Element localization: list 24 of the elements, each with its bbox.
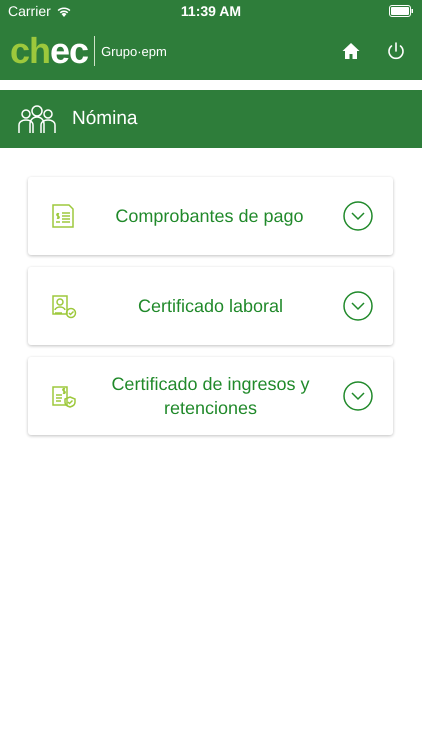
expand-button[interactable]	[343, 381, 373, 411]
menu-card[interactable]: Comprobantes de pago	[28, 177, 393, 255]
chevron-down-icon	[343, 381, 373, 411]
battery-icon	[389, 5, 414, 17]
menu-card[interactable]: Certificado laboral	[28, 267, 393, 345]
people-icon	[16, 104, 58, 134]
logo-wordmark: chec	[10, 33, 88, 69]
certificate-person-icon	[50, 293, 78, 319]
chevron-down-icon	[343, 291, 373, 321]
expand-button[interactable]	[343, 201, 373, 231]
status-time: 11:39 AM	[180, 3, 242, 19]
group-wordmark: Grupo·epm	[101, 44, 167, 58]
section-title: Nómina	[72, 108, 138, 130]
menu-label: Comprobantes de pago	[114, 205, 305, 228]
menu-label: Certificado de ingresos y retenciones	[110, 373, 311, 420]
menu-card[interactable]: Certificado de ingresos y retenciones	[28, 357, 393, 435]
power-icon	[386, 41, 406, 61]
wifi-icon	[56, 5, 72, 17]
receipt-icon	[50, 203, 76, 229]
home-icon	[342, 42, 360, 60]
expand-button[interactable]	[343, 291, 373, 321]
carrier-label: Carrier	[8, 3, 51, 19]
chevron-down-icon	[343, 201, 373, 231]
menu-label: Certificado laboral	[136, 295, 284, 318]
